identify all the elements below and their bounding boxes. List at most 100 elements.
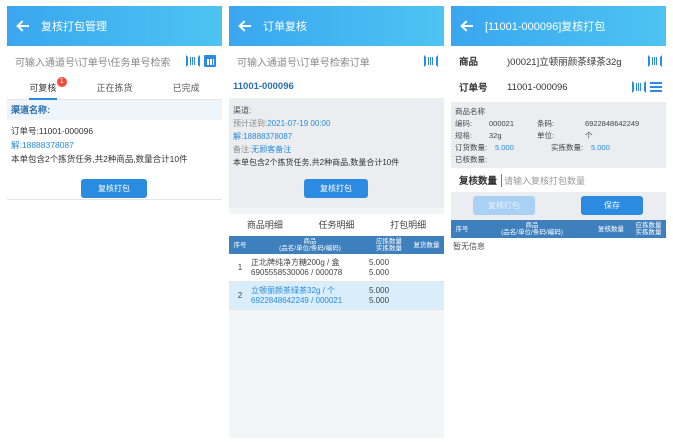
spec-value: 32g (489, 131, 502, 140)
col-qty-picked: 实拣数量 (376, 245, 402, 252)
col-qty-expected: 应拣数量 (376, 238, 402, 245)
product-label: 商品 (459, 57, 479, 68)
screen-pack-review-management: 复核打包管理 可输入通道号\订单号\任务单号检索 可复核 1 正在拣货 已完成 … (7, 6, 222, 438)
eta-value: 2021-07-19 00:00 (267, 119, 331, 128)
review-qty-row: 复核数量 请输入复核打包数量 (451, 168, 666, 192)
tab-product-detail[interactable]: 商品明细 (229, 214, 301, 236)
page-title: [11001-000096]复核打包 (485, 21, 606, 33)
picked-qty-value: 5.000 (591, 143, 610, 152)
review-pack-button[interactable]: 复核打包 (304, 179, 368, 198)
empty-message: 暂无信息 (453, 242, 485, 251)
search-input[interactable]: 可输入通道号\订单号\任务单号检索 (15, 54, 182, 69)
checked-qty-label: 已核数量: (455, 155, 488, 164)
col-review-qty: 复核数量 (598, 225, 624, 233)
review-pack-button[interactable]: 复核打包 (81, 179, 147, 198)
phone-prefix: 解: (233, 132, 244, 141)
tab-label: 可复核 (29, 83, 57, 93)
page-title: 复核打包管理 (41, 21, 107, 33)
status-tabs: 可复核 1 正在拣货 已完成 (7, 76, 222, 100)
back-arrow-icon[interactable] (459, 18, 475, 34)
action-bar: 复核打包 保存 (451, 192, 666, 220)
col-product: 商品 (品名/单位/条码/编码) (251, 238, 369, 252)
col-product: 商品 (品名/单位/条码/编码) (473, 222, 591, 236)
phone-line: 解:18888378087 (7, 138, 222, 152)
unit-label: 单位: (537, 131, 555, 140)
back-arrow-icon[interactable] (237, 18, 253, 34)
order-qty-value: 5.000 (495, 143, 514, 152)
tab-completed[interactable]: 已完成 (150, 76, 222, 99)
col-no: 序号 (455, 225, 469, 233)
product-name-row: 商品名称 (455, 106, 666, 118)
tab-picking[interactable]: 正在拣货 (79, 76, 151, 99)
code-row: 编码: 000021 条码: 6922848642249 (455, 118, 666, 130)
unit-value: 个 (585, 131, 593, 140)
calendar-icon[interactable] (204, 55, 216, 67)
product-input[interactable]: )00021]立顿丽颜茶绿茶32g (507, 54, 644, 68)
product-code: 6922848642249 / 000021 (251, 295, 343, 305)
remark-label: 备注: (233, 145, 252, 154)
product-name-label: 商品名称 (455, 107, 485, 116)
picked-qty-label: 实拣数量: (551, 143, 584, 152)
tab-task-detail[interactable]: 任务明细 (301, 214, 373, 236)
save-button[interactable]: 保存 (581, 196, 643, 215)
remark-value: 无顾客备注 (251, 145, 292, 154)
scan-icon[interactable] (648, 55, 662, 67)
col-product-sub: (品名/单位/条码/编码) (501, 229, 563, 236)
eta-label: 预计送到: (233, 119, 268, 128)
list-icon[interactable] (650, 82, 662, 92)
col-no: 序号 (233, 241, 247, 249)
search-bar: 可输入通道号\订单号检索订单 (229, 46, 444, 76)
col-qty-picked: 实拣数量 (635, 229, 662, 236)
phone-line: 解:18888378087 (229, 130, 444, 143)
col-product-title: 商品 (525, 222, 539, 229)
row-qty: 5.000 5.000 (369, 258, 409, 278)
tab-pack-detail[interactable]: 打包明细 (372, 214, 444, 236)
col-qty: 应拣数量 实拣数量 (369, 238, 409, 252)
order-input[interactable]: 11001-000096 (507, 82, 628, 93)
spec-row: 规格: 32g 单位: 个 (455, 130, 666, 142)
row-product: 正北牌纯净方糖200g / 盒 6905558530006 / 000078 (251, 258, 369, 278)
review-pack-button-disabled[interactable]: 复核打包 (473, 196, 535, 215)
table-row[interactable]: 2 立顿丽颜茶绿茶32g / 个 6922848642249 / 000021 5… (229, 282, 444, 310)
order-row: 订单号 11001-000096 (451, 76, 666, 98)
order-qty-label: 订货数量: (455, 143, 488, 152)
row-no: 2 (237, 290, 243, 300)
checked-row: 已核数量: (455, 154, 666, 166)
review-qty-input[interactable]: 请输入复核打包数量 (501, 173, 585, 187)
col-product-sub: (品名/单位/条码/编码) (279, 245, 341, 252)
search-input[interactable]: 可输入通道号\订单号检索订单 (237, 54, 420, 69)
tab-reviewable[interactable]: 可复核 1 (7, 76, 79, 100)
barcode-value: 6922848642249 (585, 119, 640, 128)
order-number: 订单号:11001-000096 (11, 126, 94, 136)
order-summary: 本单包含2个拣货任务,共2种商品,数量合计10件 (233, 158, 400, 167)
header: 订单复核 (229, 6, 444, 46)
scan-icon[interactable] (632, 81, 646, 93)
col-qty-expected: 应拣数量 (635, 222, 662, 229)
row-product: 立顿丽颜茶绿茶32g / 个 6922848642249 / 000021 (251, 286, 369, 306)
table-row[interactable]: 1 正北牌纯净方糖200g / 盒 6905558530006 / 000078 … (229, 254, 444, 282)
table-header: 序号 商品 (品名/单位/条码/编码) 应拣数量 实拣数量 复货数量 (229, 236, 444, 254)
product-row: 商品 )00021]立顿丽颜茶绿茶32g (451, 50, 666, 72)
search-bar: 可输入通道号\订单号\任务单号检索 (7, 46, 222, 76)
back-arrow-icon[interactable] (15, 18, 31, 34)
table-header: 序号 商品 (品名/单位/条码/编码) 复核数量 应拣数量 实拣数量 (451, 220, 666, 238)
order-card[interactable]: 渠道名称: 订单号:11001-000096 解:18888378087 本单包… (7, 100, 222, 200)
channel-label: 渠道: (233, 106, 252, 115)
qty-expected: 5.000 (369, 285, 390, 295)
qty-picked: 5.000 (369, 267, 390, 277)
phone-number: 18888378087 (21, 140, 74, 150)
product-info: 商品名称 编码: 000021 条码: 6922848642249 规格: 32… (451, 102, 666, 168)
qty-row: 订货数量: 5.000 实拣数量: 5.000 (455, 142, 666, 154)
scan-icon[interactable] (424, 55, 438, 67)
channel-name: 渠道名称: (7, 100, 222, 120)
tab-label: 正在拣货 (96, 83, 133, 93)
product-name: 正北牌纯净方糖200g / 盒 (251, 257, 340, 267)
detail-tabs: 商品明细 任务明细 打包明细 (229, 214, 444, 236)
scan-icon[interactable] (186, 55, 200, 67)
barcode-label: 条码: (537, 119, 555, 128)
phone-prefix: 解: (11, 140, 22, 150)
tab-label: 已完成 (172, 83, 200, 93)
order-label: 订单号 (459, 83, 488, 94)
col-product-title: 商品 (303, 238, 317, 245)
count-badge: 1 (56, 77, 67, 87)
